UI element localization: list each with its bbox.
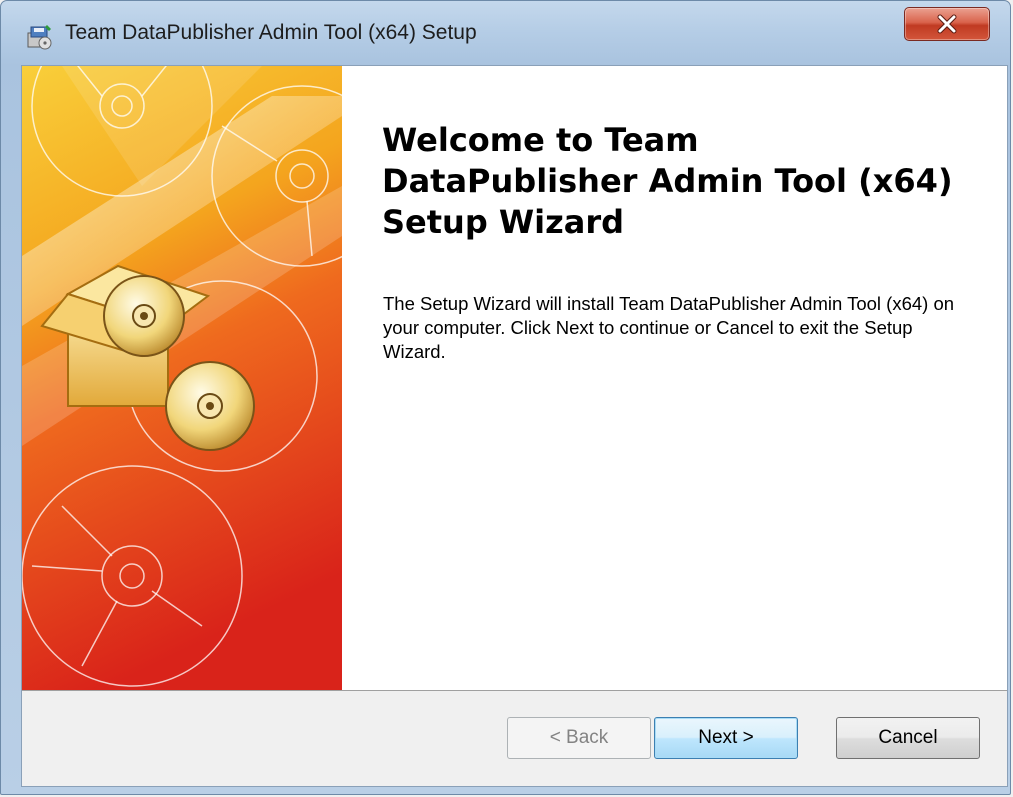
close-button[interactable]: [904, 7, 990, 41]
wizard-footer: < Back Next > Cancel: [22, 691, 1007, 786]
close-icon: [935, 14, 959, 34]
welcome-description: The Setup Wizard will install Team DataP…: [383, 293, 955, 362]
cancel-button[interactable]: Cancel: [836, 717, 980, 759]
welcome-heading: Welcome to Team DataPublisher Admin Tool…: [382, 121, 953, 241]
back-button[interactable]: < Back: [507, 717, 651, 759]
wizard-content: Welcome to Team DataPublisher Admin Tool…: [342, 66, 1007, 690]
installer-package-icon: [25, 23, 55, 51]
wizard-panel: Welcome to Team DataPublisher Admin Tool…: [21, 65, 1008, 787]
setup-window: Team DataPublisher Admin Tool (x64) Setu…: [0, 0, 1011, 795]
next-button[interactable]: Next >: [654, 717, 798, 759]
wizard-banner-image: [22, 66, 342, 690]
window-title: Team DataPublisher Admin Tool (x64) Setu…: [65, 21, 477, 44]
title-bar[interactable]: Team DataPublisher Admin Tool (x64) Setu…: [1, 1, 1010, 63]
